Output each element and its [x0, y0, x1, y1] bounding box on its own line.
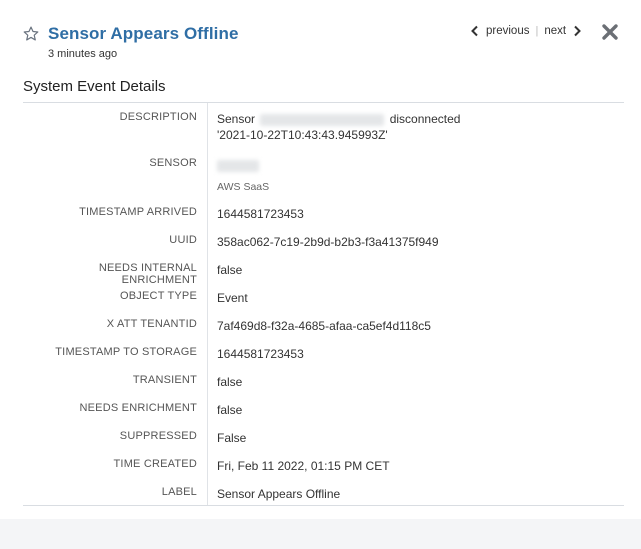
detail-value: false: [217, 403, 243, 417]
detail-value: Event: [217, 291, 248, 305]
detail-label: NEEDS ENRICHMENT: [79, 402, 197, 414]
nav-separator: |: [535, 25, 539, 37]
event-age: 3 minutes ago: [48, 48, 118, 60]
detail-value: False: [217, 431, 247, 445]
sensor-type: AWS SaaS: [217, 181, 270, 193]
previous-link[interactable]: previous: [486, 25, 529, 37]
pagination-nav: previous | next: [470, 25, 582, 37]
description-prefix: Sensor: [217, 112, 256, 126]
detail-value: Fri, Feb 11 2022, 01:15 PM CET: [217, 459, 390, 473]
star-outline-icon[interactable]: [22, 25, 40, 43]
detail-value: false: [217, 375, 243, 389]
detail-label: LABEL: [161, 486, 197, 498]
detail-label: SENSOR: [149, 157, 197, 169]
detail-label: UUID: [169, 234, 197, 246]
detail-label: DESCRIPTION: [119, 111, 197, 123]
detail-value: AWS SaaS: [217, 157, 472, 195]
chevron-left-icon[interactable]: [470, 25, 480, 37]
event-detail-panel: Sensor Appears Offline 3 minutes ago pre…: [0, 0, 641, 519]
detail-label: TIMESTAMP ARRIVED: [79, 206, 197, 218]
redacted-sensor-name: [260, 113, 385, 126]
detail-value: false: [217, 263, 243, 277]
detail-label: TIME CREATED: [113, 458, 197, 470]
detail-label: NEEDS INTERNAL ENRICHMENT: [98, 262, 197, 286]
detail-value: 1644581723453: [217, 347, 304, 361]
redacted-sensor-id: [217, 159, 259, 172]
detail-value: 1644581723453: [217, 207, 304, 221]
section-title: System Event Details: [23, 78, 166, 95]
detail-value: Sensor disconnected '2021-10-22T10:43:43…: [217, 111, 472, 143]
detail-label: SUPPRESSED: [119, 430, 197, 442]
details-table: DESCRIPTION Sensor disconnected '2021-10…: [23, 102, 624, 506]
detail-value: Sensor Appears Offline: [217, 487, 341, 501]
detail-value: 7af469d8-f32a-4685-afaa-ca5ef4d118c5: [217, 319, 431, 333]
detail-label: TRANSIENT: [132, 374, 197, 386]
next-link[interactable]: next: [544, 25, 566, 37]
detail-label: TIMESTAMP TO STORAGE: [55, 346, 197, 358]
event-title: Sensor Appears Offline: [48, 24, 239, 43]
detail-label: OBJECT TYPE: [120, 290, 197, 302]
close-icon[interactable]: [601, 23, 619, 41]
detail-label: X ATT TENANTID: [106, 318, 197, 330]
detail-value: 358ac062-7c19-2b9d-b2b3-f3a41375f949: [217, 235, 439, 249]
column-divider: [207, 103, 208, 505]
chevron-right-icon[interactable]: [572, 25, 582, 37]
